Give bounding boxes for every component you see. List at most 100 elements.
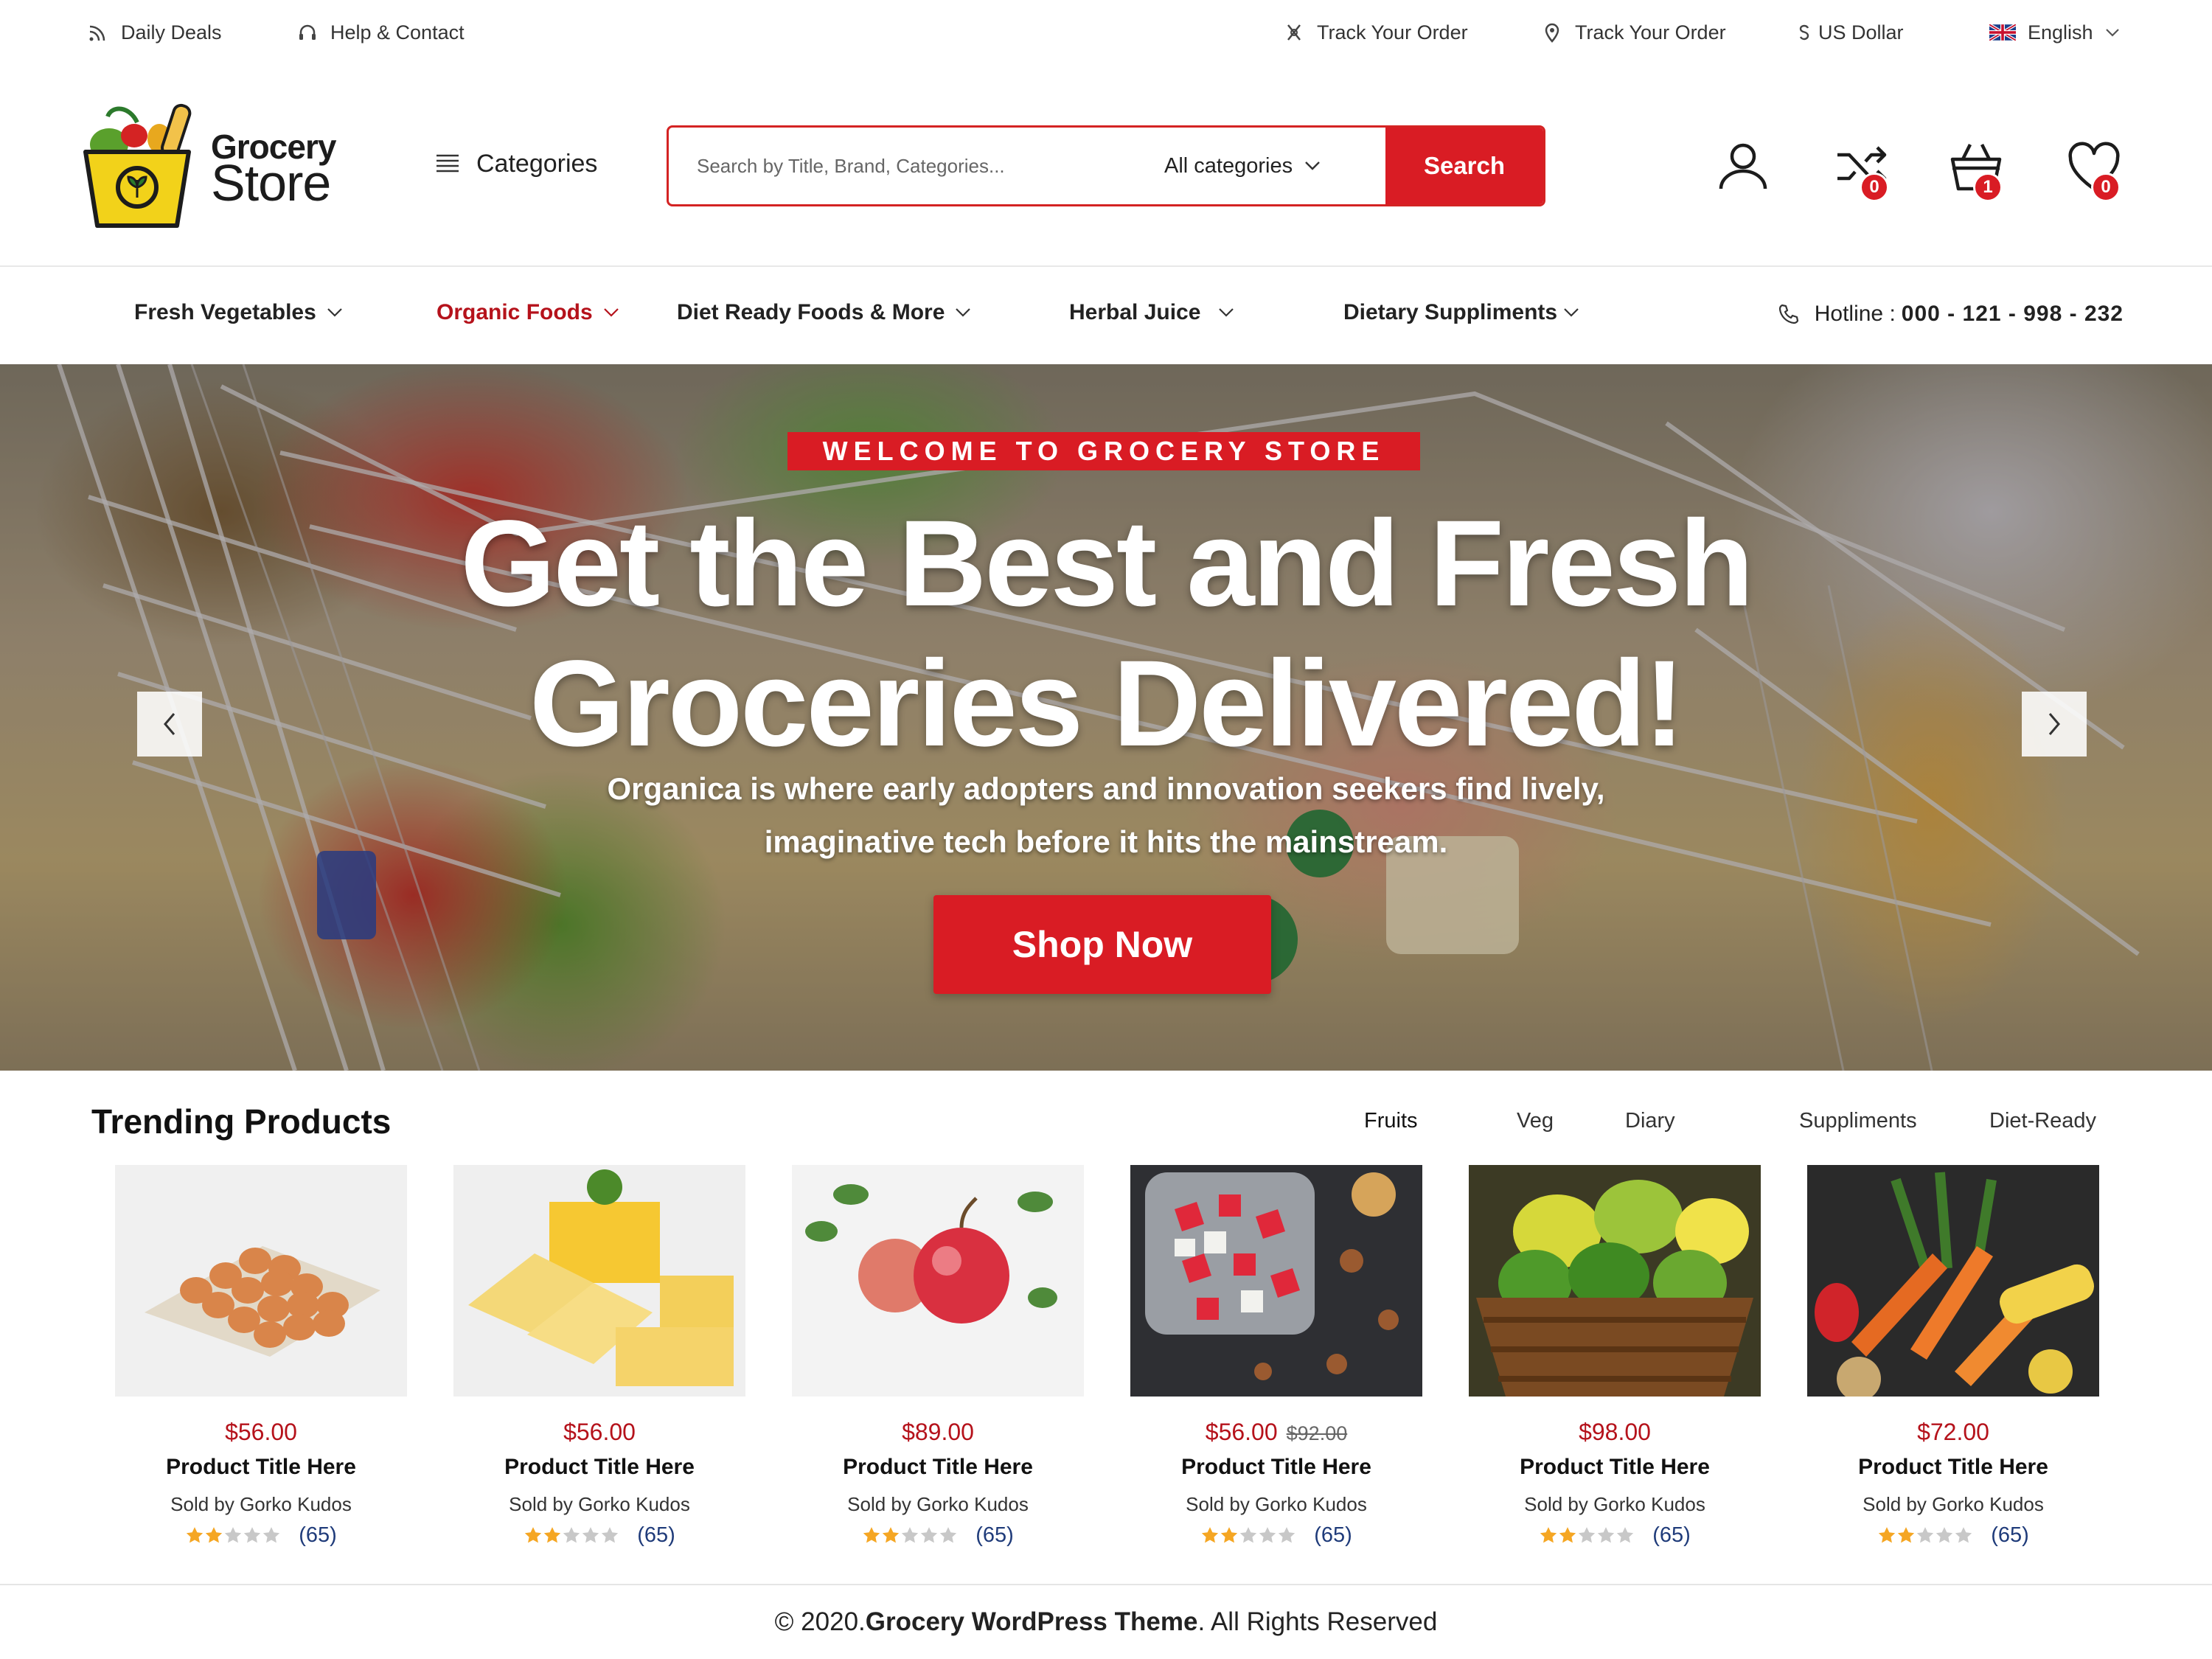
- search-bar: All categories Search: [667, 125, 1545, 206]
- peppers-basket-image: [1476, 1180, 1753, 1397]
- product-title[interactable]: Product Title Here: [115, 1455, 407, 1480]
- product-title[interactable]: Product Title Here: [1469, 1455, 1761, 1480]
- nav-item-fresh-vegetables[interactable]: Fresh Vegetables: [134, 295, 343, 330]
- categories-label: Categories: [476, 149, 598, 178]
- tab-veg[interactable]: Veg: [1517, 1109, 1554, 1133]
- track-order-link-1[interactable]: Track Your Order: [1283, 18, 1468, 47]
- compare-button[interactable]: 0: [1833, 137, 1892, 202]
- help-contact-label: Help & Contact: [330, 21, 465, 44]
- nav-item-dietary-suppliments[interactable]: Dietary Suppliments: [1343, 295, 1579, 330]
- product-card[interactable]: $56.00 Product Title Here Sold by Gorko …: [453, 1165, 745, 1548]
- currency-label: US Dollar: [1818, 21, 1904, 44]
- search-category-dropdown[interactable]: All categories: [1164, 128, 1385, 204]
- nav-item-diet-ready-foods[interactable]: Diet Ready Foods & More: [677, 295, 971, 330]
- star-filled-icon: [544, 1526, 561, 1543]
- track-order-link-2[interactable]: Track Your Order: [1541, 18, 1726, 47]
- star-empty-icon: [1598, 1526, 1615, 1543]
- product-image-vegetables[interactable]: [1807, 1165, 2099, 1397]
- help-contact-link[interactable]: Help & Contact: [296, 18, 465, 47]
- language-label: English: [2028, 21, 2093, 44]
- cart-button[interactable]: 1: [1947, 137, 2006, 202]
- product-image-peppers-basket[interactable]: [1469, 1165, 1761, 1397]
- track-order-label-1: Track Your Order: [1317, 21, 1468, 44]
- product-image-apples[interactable]: [792, 1165, 1084, 1397]
- hero-next-button[interactable]: [2022, 692, 2087, 757]
- wishlist-button[interactable]: 0: [2065, 137, 2124, 202]
- shop-now-button[interactable]: Shop Now: [933, 895, 1271, 994]
- tab-suppliments[interactable]: Suppliments: [1799, 1109, 1917, 1133]
- copyright-brand[interactable]: Grocery WordPress Theme: [866, 1607, 1198, 1637]
- review-count[interactable]: (65): [1314, 1523, 1352, 1548]
- star-filled-icon: [187, 1526, 204, 1543]
- star-empty-icon: [582, 1526, 599, 1543]
- product-card[interactable]: $89.00 Product Title Here Sold by Gorko …: [792, 1165, 1084, 1548]
- product-rating: (65): [792, 1523, 1084, 1548]
- star-rating: [1877, 1526, 1973, 1545]
- star-empty-icon: [263, 1526, 280, 1543]
- product-image-butter[interactable]: [453, 1165, 745, 1397]
- review-count[interactable]: (65): [975, 1523, 1014, 1548]
- product-card[interactable]: $56.00 $92.00 Product Title Here Sold by …: [1130, 1165, 1422, 1548]
- star-rating: [1200, 1526, 1296, 1545]
- star-empty-icon: [1936, 1526, 1953, 1543]
- hero-welcome-badge: WELCOME TO GROCERY STORE: [787, 432, 1420, 470]
- search-button[interactable]: Search: [1385, 128, 1543, 204]
- current-price: $98.00: [1579, 1419, 1651, 1445]
- product-card[interactable]: $72.00 Product Title Here Sold by Gorko …: [1807, 1165, 2099, 1548]
- product-seller: Sold by Gorko Kudos: [1524, 1493, 1705, 1515]
- nav-item-herbal-juice[interactable]: Herbal Juice: [1069, 295, 1234, 330]
- product-title[interactable]: Product Title Here: [792, 1455, 1084, 1480]
- star-filled-icon: [1898, 1526, 1915, 1543]
- categories-menu-button[interactable]: Categories: [435, 146, 597, 181]
- headset-icon: [296, 21, 319, 44]
- nav-item-organic-foods[interactable]: Organic Foods: [437, 295, 619, 330]
- product-image-eggs[interactable]: [115, 1165, 407, 1397]
- uk-flag-icon: [1989, 21, 2016, 44]
- tab-fruits[interactable]: Fruits: [1364, 1109, 1418, 1133]
- product-rating: (65): [1469, 1523, 1761, 1548]
- account-button[interactable]: [1714, 137, 1773, 196]
- search-input[interactable]: [669, 128, 1164, 204]
- hero-title-line-1: Get the Best and Fresh: [460, 495, 1753, 632]
- butter-image: [468, 1169, 734, 1386]
- tab-diet-ready[interactable]: Diet-Ready: [1989, 1109, 2096, 1133]
- nav-item-label: Herbal Juice: [1069, 300, 1201, 324]
- product-title[interactable]: Product Title Here: [1807, 1455, 2099, 1480]
- product-price: $56.00: [453, 1419, 745, 1446]
- star-rating: [185, 1526, 281, 1545]
- compare-count-badge: 0: [1860, 173, 1889, 202]
- product-seller: Sold by Gorko Kudos: [509, 1493, 690, 1515]
- apples-image: [805, 1184, 1057, 1324]
- product-rating: (65): [1130, 1523, 1422, 1548]
- product-title[interactable]: Product Title Here: [1130, 1455, 1422, 1480]
- hero-subtitle-line-1: Organica is where early adopters and inn…: [607, 771, 1605, 806]
- search-category-label: All categories: [1164, 153, 1293, 178]
- review-count[interactable]: (65): [637, 1523, 675, 1548]
- product-image-fruit-salad[interactable]: [1130, 1165, 1422, 1397]
- product-card[interactable]: $98.00 Product Title Here Sold by Gorko …: [1469, 1165, 1761, 1548]
- product-card[interactable]: $56.00 Product Title Here Sold by Gorko …: [115, 1165, 407, 1548]
- daily-deals-link[interactable]: Daily Deals: [87, 18, 222, 47]
- currency-selector[interactable]: US Dollar: [1796, 18, 1904, 47]
- chevron-down-icon: [1304, 161, 1321, 171]
- tab-diary[interactable]: Diary: [1625, 1109, 1675, 1133]
- rss-icon: [87, 21, 109, 44]
- product-seller: Sold by Gorko Kudos: [1186, 1493, 1367, 1515]
- store-logo[interactable]: Grocery Store: [71, 100, 366, 233]
- footer-copyright: © 2020. Grocery WordPress Theme . All Ri…: [0, 1584, 2212, 1659]
- language-selector[interactable]: English: [1989, 18, 2120, 47]
- review-count[interactable]: (65): [1991, 1523, 2029, 1548]
- product-price: $98.00: [1469, 1419, 1761, 1446]
- star-empty-icon: [563, 1526, 580, 1543]
- product-title[interactable]: Product Title Here: [453, 1455, 745, 1480]
- dollar-icon: [1796, 21, 1812, 44]
- star-filled-icon: [206, 1526, 223, 1543]
- review-count[interactable]: (65): [1652, 1523, 1691, 1548]
- review-count[interactable]: (65): [299, 1523, 337, 1548]
- copyright-prefix: © 2020.: [774, 1607, 866, 1636]
- product-price: $72.00: [1807, 1419, 2099, 1446]
- chevron-left-icon: [164, 713, 175, 735]
- hero-prev-button[interactable]: [137, 692, 202, 757]
- star-filled-icon: [1879, 1526, 1896, 1543]
- star-empty-icon: [225, 1526, 242, 1543]
